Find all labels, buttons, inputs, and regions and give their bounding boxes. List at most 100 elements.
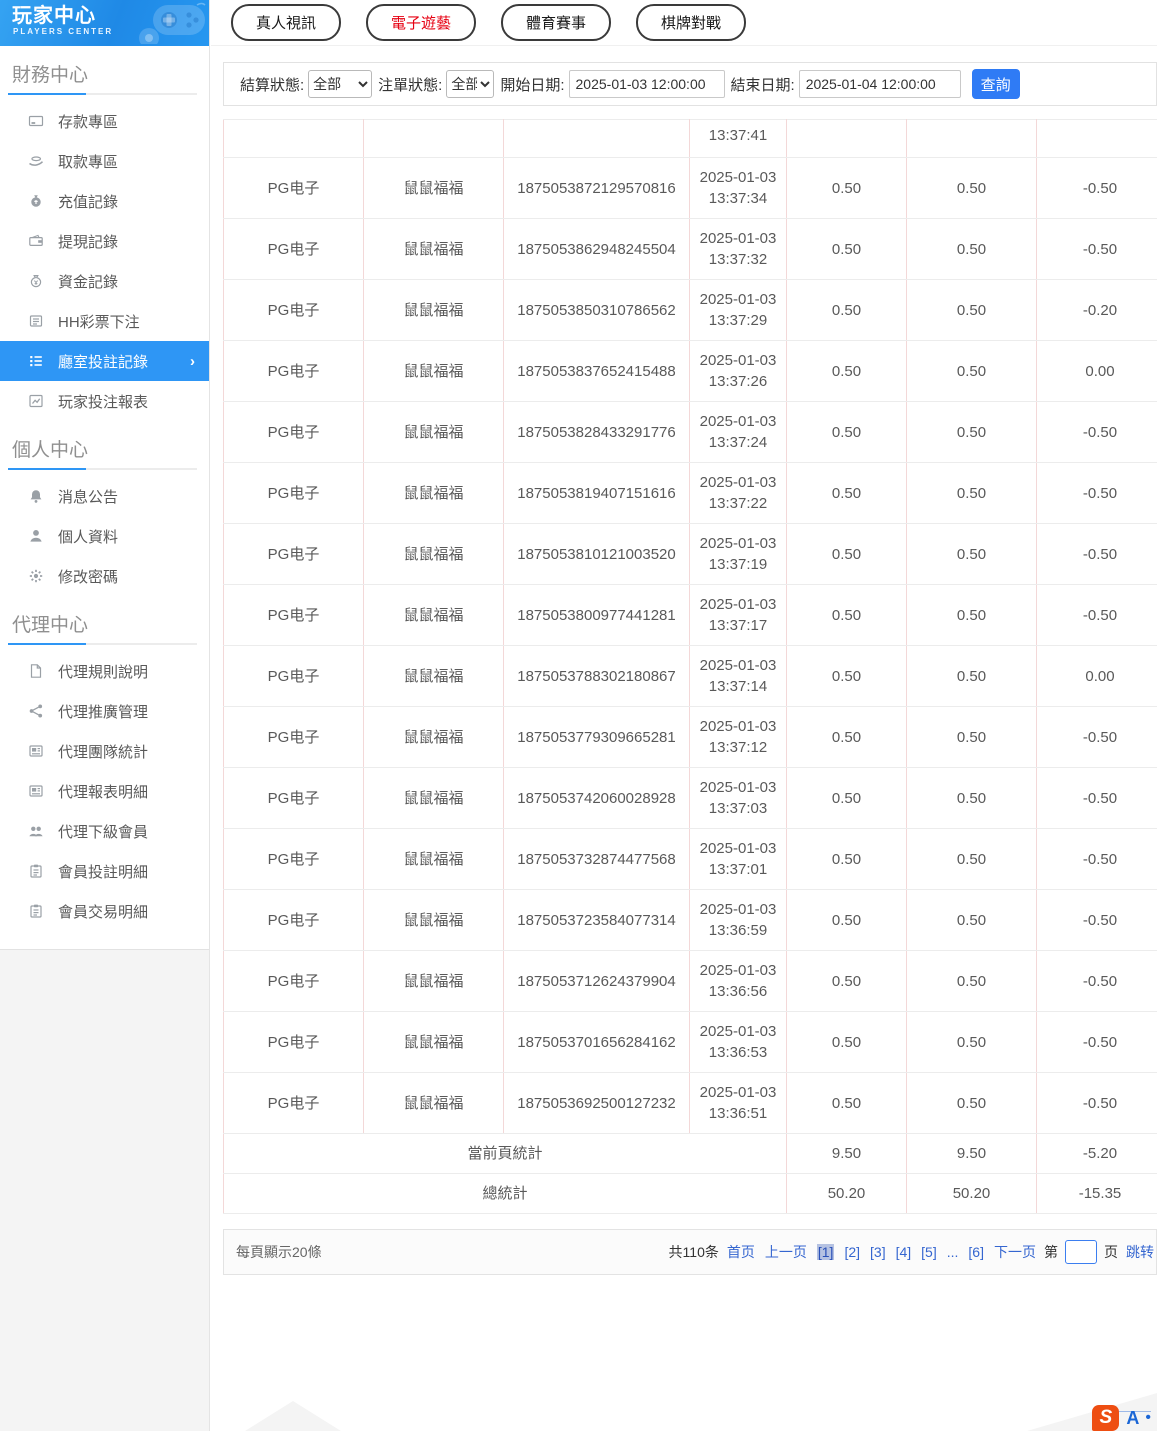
settle-status-select[interactable]: 全部 <box>308 70 372 98</box>
table-row: PG电子鼠鼠福福18750537235840773142025-01-0313:… <box>224 890 1157 951</box>
summary-valid-bet: 9.50 <box>907 1134 1037 1174</box>
profile-person-icon <box>28 528 44 544</box>
sidebar-item[interactable]: 存款專區 <box>0 101 209 141</box>
page-link[interactable]: [5] <box>921 1244 937 1260</box>
cell-bet: 0.50 <box>787 829 907 890</box>
sidebar-item[interactable]: 取款專區 <box>0 141 209 181</box>
page-link[interactable]: [4] <box>896 1244 912 1260</box>
section-title: 財務中心 <box>0 46 209 93</box>
cell-provider: PG电子 <box>224 585 364 646</box>
sidebar-item[interactable]: 玩家投注報表 <box>0 381 209 421</box>
category-tab[interactable]: 棋牌對戰 <box>636 4 746 41</box>
sidebar-item[interactable]: 消息公告 <box>0 476 209 516</box>
pager: 共110条 首页 上一页 [1] [2] [3] [4] [5]... [6] 下一页 第… <box>666 1240 1154 1264</box>
cell-datetime: 2025-01-0313:37:32 <box>690 219 787 280</box>
jump-prefix-label: 第 <box>1044 1242 1058 1262</box>
sidebar-item[interactable]: 個人資料 <box>0 516 209 556</box>
cell-win-loss: -0.50 <box>1037 524 1157 585</box>
category-tab[interactable]: 體育賽事 <box>501 4 611 41</box>
cell-order: 1875053701656284162 <box>504 1012 690 1073</box>
summary-win-loss: -15.35 <box>1037 1174 1157 1214</box>
sidebar-item[interactable]: 代理團隊統計 <box>0 731 209 771</box>
sidebar-item[interactable]: 提現記錄 <box>0 221 209 261</box>
sidebar-item[interactable]: 代理推廣管理 <box>0 691 209 731</box>
table-row: PG电子鼠鼠福福18750536925001272322025-01-0313:… <box>224 1073 1157 1134</box>
sidebar-main: 玩家中心 PLAYERS CENTER <box>0 0 209 950</box>
section-title: 代理中心 <box>0 596 209 643</box>
cell-order: 1875053862948245504 <box>504 219 690 280</box>
jump-page-input[interactable] <box>1065 1240 1097 1264</box>
page-link[interactable]: ... <box>947 1244 959 1260</box>
s-logo-icon[interactable]: S <box>1092 1405 1119 1431</box>
next-page-link[interactable]: 下一页 <box>994 1242 1036 1262</box>
sidebar-item-label: 會員交易明細 <box>58 901 148 922</box>
cell-provider: PG电子 <box>224 524 364 585</box>
table-row: PG电子鼠鼠福福18750538721295708162025-01-0313:… <box>224 158 1157 219</box>
sidebar-item[interactable]: HH彩票下注 <box>0 301 209 341</box>
sidebar-item[interactable]: 代理規則說明 <box>0 651 209 691</box>
cell-order: 1875053788302180867 <box>504 646 690 707</box>
sidebar-item[interactable]: 會員交易明細 <box>0 891 209 931</box>
sidebar-item-label: 修改密碼 <box>58 566 118 587</box>
cell-provider: PG电子 <box>224 1073 364 1134</box>
first-page-link[interactable]: 首页 <box>727 1242 755 1262</box>
sidebar-item-label: 玩家投注報表 <box>58 391 148 412</box>
cell-order: 1875053723584077314 <box>504 890 690 951</box>
table-row: PG电子鼠鼠福福18750538194071516162025-01-0313:… <box>224 463 1157 524</box>
cell-win-loss: -0.20 <box>1037 280 1157 341</box>
query-button[interactable]: 查詢 <box>972 69 1020 99</box>
sidebar-item-label: 代理規則說明 <box>58 661 148 682</box>
cell-game: 鼠鼠福福 <box>364 524 504 585</box>
end-date-label: 結束日期: <box>731 74 795 95</box>
table-row: PG电子鼠鼠福福18750537126243799042025-01-0313:… <box>224 951 1157 1012</box>
page-link[interactable]: [2] <box>844 1244 860 1260</box>
cell-game: 鼠鼠福福 <box>364 646 504 707</box>
sidebar-item[interactable]: 代理報表明細 <box>0 771 209 811</box>
cell-bet: 0.50 <box>787 158 907 219</box>
cell-provider: PG电子 <box>224 463 364 524</box>
cell-game: 鼠鼠福福 <box>364 158 504 219</box>
cell-provider: PG电子 <box>224 341 364 402</box>
start-date-label: 開始日期: <box>500 74 564 95</box>
cell-time: 13:37:41 <box>690 120 787 158</box>
summary-bet: 50.20 <box>787 1174 907 1214</box>
cell-order: 1875053872129570816 <box>504 158 690 219</box>
category-tab[interactable]: 電子遊藝 <box>366 4 476 41</box>
category-tab[interactable]: 真人視訊 <box>231 4 341 41</box>
start-date-input[interactable] <box>569 70 725 98</box>
sidebar-item[interactable]: 資金記錄 <box>0 261 209 301</box>
cell-datetime: 2025-01-0313:37:12 <box>690 707 787 768</box>
prev-page-link[interactable]: 上一页 <box>765 1242 807 1262</box>
cell-order: 1875053828433291776 <box>504 402 690 463</box>
password-gear-icon <box>28 568 44 584</box>
member-clipboard-icon <box>28 903 44 919</box>
cell-provider: PG电子 <box>224 158 364 219</box>
end-date-input[interactable] <box>799 70 961 98</box>
cell-datetime: 2025-01-0313:37:22 <box>690 463 787 524</box>
order-status-select[interactable]: 全部 <box>446 70 494 98</box>
cell-datetime: 2025-01-0313:37:01 <box>690 829 787 890</box>
sidebar-item[interactable]: 會員投註明細 <box>0 851 209 891</box>
cell-valid-bet: 0.50 <box>907 951 1037 1012</box>
cell-bet: 0.50 <box>787 341 907 402</box>
jump-action-link[interactable]: 跳转 <box>1126 1242 1154 1262</box>
cell-valid-bet: 0.50 <box>907 524 1037 585</box>
page-link-current[interactable]: [1] <box>817 1244 835 1260</box>
table-row: PG电子鼠鼠福福18750537883021808672025-01-0313:… <box>224 646 1157 707</box>
sidebar-item[interactable]: 充值記錄 <box>0 181 209 221</box>
page-link[interactable]: [3] <box>870 1244 886 1260</box>
bet-records-table: 13:37:41PG电子鼠鼠福福18750538721295708162025-… <box>223 119 1157 1214</box>
cell-provider: PG电子 <box>224 768 364 829</box>
table-row: PG电子鼠鼠福福18750538629482455042025-01-0313:… <box>224 219 1157 280</box>
cell-provider: PG电子 <box>224 219 364 280</box>
cell-game: 鼠鼠福福 <box>364 707 504 768</box>
page-link[interactable]: [6] <box>968 1244 984 1260</box>
sidebar-item[interactable]: 廳室投註記錄› <box>0 341 209 381</box>
cell-datetime: 2025-01-0313:37:29 <box>690 280 787 341</box>
chat-widget[interactable]: S A • <box>1092 1399 1151 1437</box>
sidebar-item[interactable]: 代理下級會員 <box>0 811 209 851</box>
cell-datetime: 2025-01-0313:37:03 <box>690 768 787 829</box>
table-row: PG电子鼠鼠福福18750537016562841622025-01-0313:… <box>224 1012 1157 1073</box>
sidebar-item[interactable]: 修改密碼 <box>0 556 209 596</box>
total-count-label: 共110条 <box>669 1242 719 1262</box>
